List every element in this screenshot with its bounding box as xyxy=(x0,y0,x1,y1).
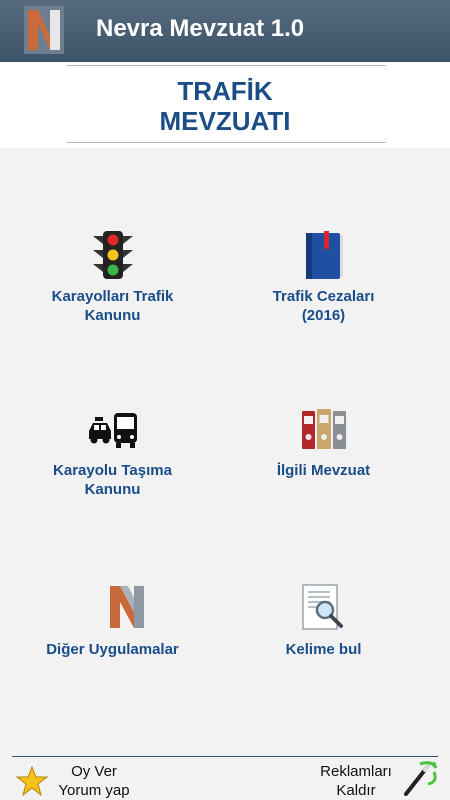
rate-label-line2: Yorum yap xyxy=(58,782,130,799)
menu-item-other-apps[interactable]: Diğer Uygulamalar xyxy=(14,582,239,662)
menu-label: Diğer Uygulamalar xyxy=(46,641,179,658)
app-bar: Nevra Mevzuat 1.0 xyxy=(0,0,450,62)
page-title-line2: MEVZUATI xyxy=(159,106,291,136)
menu-label: Trafik Cezaları xyxy=(272,288,375,305)
menu-label: Kanunu xyxy=(84,307,141,324)
vehicles-icon xyxy=(88,413,137,448)
magic-wand-icon xyxy=(404,761,438,796)
menu-label: (2016) xyxy=(301,307,346,324)
menu-item-related-legislation[interactable]: İlgili Mevzuat xyxy=(211,405,436,485)
menu-item-traffic-fines[interactable]: Trafik Cezaları (2016) xyxy=(211,225,436,335)
binders-icon xyxy=(301,409,346,449)
nevra-logo-icon xyxy=(109,586,144,628)
page-title: TRAFİK MEVZUATI xyxy=(0,76,450,136)
rate-label-line1: Oy Ver xyxy=(71,763,117,780)
search-document-icon xyxy=(301,584,343,630)
nevra-logo-icon xyxy=(24,6,64,54)
remove-ads-button[interactable]: Reklamları Kaldır xyxy=(306,758,448,800)
menu-label: Karayolu Taşıma xyxy=(53,462,172,479)
page-title-line1: TRAFİK xyxy=(177,76,273,106)
header-bottom-divider xyxy=(66,142,386,143)
star-icon xyxy=(16,766,48,796)
menu-item-word-search[interactable]: Kelime bul xyxy=(211,582,436,662)
menu-label: Kelime bul xyxy=(285,641,362,658)
app-title: Nevra Mevzuat 1.0 xyxy=(96,15,305,42)
footer-bar: Oy Ver Yorum yap Reklamları Kaldır xyxy=(0,756,450,800)
menu-item-traffic-law[interactable]: Karayolları Trafik Kanunu xyxy=(0,225,225,335)
menu-label: Kanunu xyxy=(84,481,141,498)
menu-item-transport-law[interactable]: Karayolu Taşıma Kanunu xyxy=(0,405,225,515)
page-header: TRAFİK MEVZUATI xyxy=(0,62,450,148)
remove-ads-label-line1: Reklamları xyxy=(320,763,392,780)
header-top-divider xyxy=(66,65,386,66)
rate-app-button[interactable]: Oy Ver Yorum yap xyxy=(14,760,144,800)
remove-ads-label-line2: Kaldır xyxy=(336,782,376,799)
traffic-light-icon xyxy=(92,231,133,279)
footer-divider xyxy=(12,756,438,757)
blue-book-icon xyxy=(305,231,343,279)
menu-label: Karayolları Trafik xyxy=(51,288,174,305)
menu-label: İlgili Mevzuat xyxy=(276,462,371,479)
